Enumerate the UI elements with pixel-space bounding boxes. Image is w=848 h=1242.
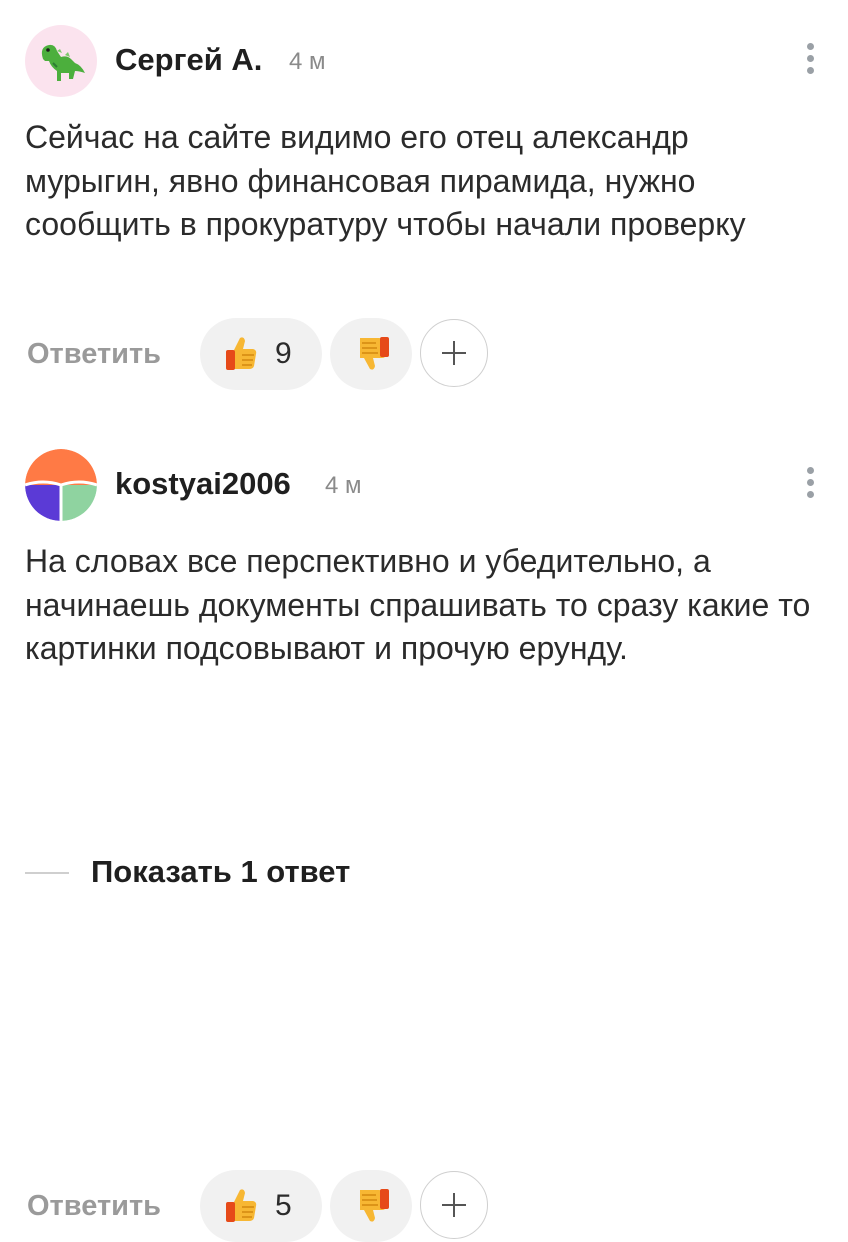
- more-options-icon[interactable]: [805, 467, 815, 503]
- thumbs-down-icon: [360, 337, 389, 370]
- comment-time: 4 м: [289, 48, 326, 75]
- like-button[interactable]: 5: [200, 1170, 322, 1242]
- reply-button[interactable]: Ответить: [27, 336, 161, 372]
- dinosaur-icon: [41, 44, 85, 81]
- comment-text: На словах все перспективно и убедительно…: [25, 543, 811, 666]
- add-reaction-button[interactable]: [420, 1171, 488, 1239]
- like-count: 9: [275, 337, 292, 370]
- thumbs-up-icon: [226, 337, 257, 370]
- show-replies-label: Показать 1 ответ: [91, 854, 351, 889]
- avatar[interactable]: [25, 449, 97, 521]
- like-count: 5: [275, 1189, 292, 1222]
- comment-header: kostyai2006 4 м: [25, 449, 815, 521]
- tiles-avatar-icon: [25, 449, 97, 521]
- thumbs-up-icon: [226, 1189, 257, 1222]
- add-reaction-button[interactable]: [420, 319, 488, 387]
- comment-time: 4 м: [325, 472, 362, 499]
- author-name[interactable]: Сергей А.: [115, 40, 262, 80]
- dislike-button[interactable]: [330, 318, 412, 390]
- divider-line: [25, 872, 69, 874]
- show-replies-button[interactable]: Показать 1 ответ: [25, 848, 625, 889]
- dislike-button[interactable]: [330, 1170, 412, 1242]
- like-button[interactable]: 9: [200, 318, 322, 390]
- avatar[interactable]: [25, 25, 97, 97]
- reply-button[interactable]: Ответить: [27, 1188, 161, 1224]
- thumbs-down-icon: [360, 1189, 389, 1222]
- comment-actions: Ответить 9: [25, 318, 525, 390]
- comment-text: Сейчас на сайте видимо его отец александ…: [25, 119, 746, 242]
- more-options-icon[interactable]: [805, 43, 815, 79]
- comment-actions: Ответить 5: [25, 1170, 525, 1242]
- author-name[interactable]: kostyai2006: [115, 464, 291, 504]
- comment-header: Сергей А. 4 м: [25, 25, 815, 97]
